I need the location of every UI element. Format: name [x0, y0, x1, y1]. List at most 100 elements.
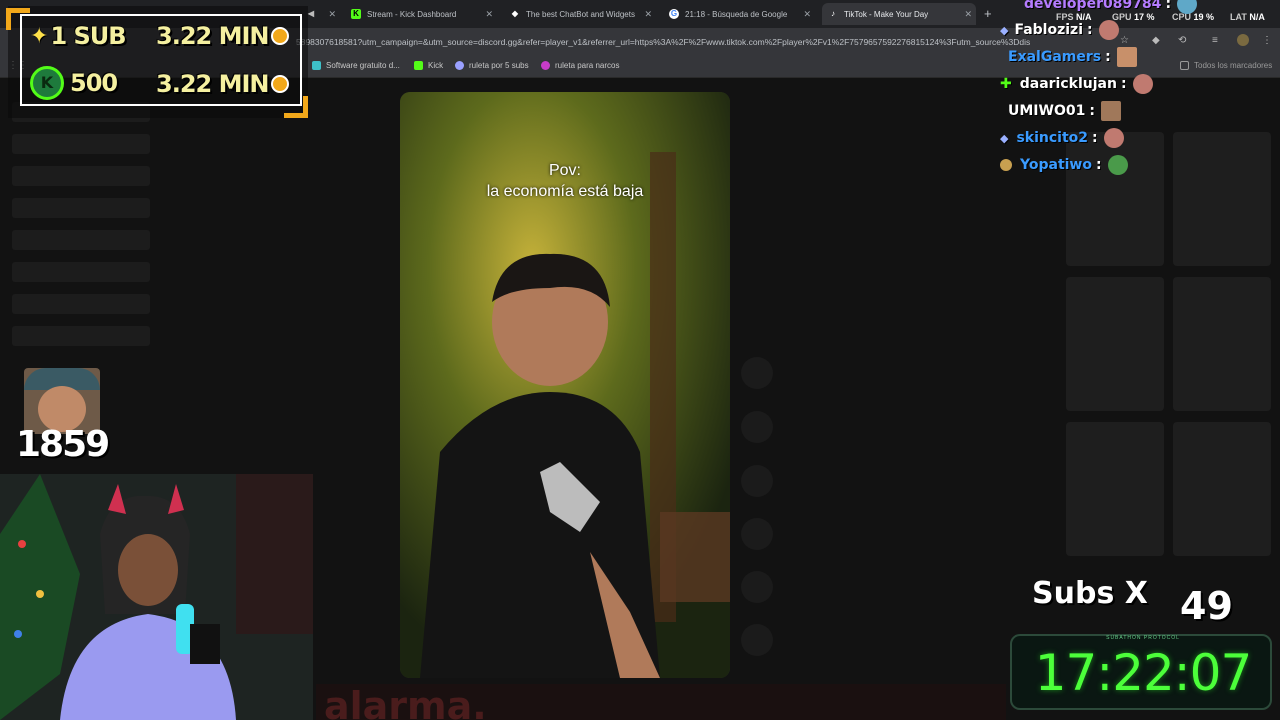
- chat-message: ◆ Fablozizi:: [1000, 20, 1119, 40]
- video-thumbnail[interactable]: [1066, 132, 1164, 266]
- extension-icon[interactable]: ◆: [1152, 35, 1160, 46]
- kicks-goal-timer: 3.22 MIN: [156, 70, 290, 98]
- like-button[interactable]: [741, 357, 773, 389]
- sidebar-item[interactable]: [12, 230, 150, 250]
- chat-username: UMIWO01: [1008, 103, 1086, 119]
- subs-multiplier-label: Subs X: [1032, 576, 1148, 611]
- close-icon[interactable]: ✕: [964, 9, 972, 20]
- sub-goal-time: 3.22 MIN: [156, 22, 269, 50]
- chat-username: skincito2: [1016, 130, 1089, 146]
- chat-username: developer089784: [1024, 0, 1162, 12]
- clock-icon: [271, 27, 290, 45]
- bookmark-kick[interactable]: Kick: [414, 61, 443, 70]
- chat-username: Fablozizi: [1014, 22, 1083, 38]
- chat-message: UMIWO01:: [1008, 101, 1121, 121]
- tab-chatbot[interactable]: ◆ The best ChatBot and Widgets ✕: [504, 3, 656, 25]
- subs-count: 49: [1180, 584, 1233, 628]
- video-thumbnail[interactable]: [1173, 132, 1271, 266]
- video-thumbnail[interactable]: [1173, 277, 1271, 411]
- chat-username: ExalGamers: [1008, 49, 1102, 65]
- chat-message: ExalGamers:: [1008, 47, 1137, 67]
- stream-screen: ◀ ✕ K Stream - Kick Dashboard ✕ ◆ The be…: [0, 0, 1280, 720]
- video-caption: Pov: la economía está baja: [400, 160, 730, 202]
- tiktok-video-player[interactable]: Pov: la economía está baja: [400, 92, 730, 678]
- new-tab-button[interactable]: +: [984, 6, 992, 21]
- alert-banner-text: alarma.: [324, 684, 487, 720]
- kicks-goal-time: 3.22 MIN: [156, 70, 269, 98]
- sidebar-item[interactable]: [12, 326, 150, 346]
- star-icon[interactable]: ☆: [1120, 35, 1129, 46]
- chat-message: ◆ skincito2:: [1000, 128, 1124, 148]
- chat-username: daaricklujan: [1019, 76, 1117, 92]
- bookmark-ruleta-narcos[interactable]: ruleta para narcos: [541, 61, 619, 70]
- video-thumbnail[interactable]: [1066, 277, 1164, 411]
- tab-label: The best ChatBot and Widgets: [526, 9, 635, 19]
- sidebar-item[interactable]: [12, 198, 150, 218]
- video-thumbnail[interactable]: [1173, 422, 1271, 556]
- emote-icon: [1177, 0, 1198, 14]
- video-thumbnail[interactable]: [1066, 422, 1164, 556]
- close-icon[interactable]: ✕: [803, 9, 811, 20]
- folder-icon: [1180, 61, 1189, 70]
- emote-icon: [1107, 155, 1128, 175]
- clock-icon: [271, 75, 290, 93]
- profile-number: 1859: [16, 424, 110, 465]
- tab-tiktok[interactable]: ♪ TikTok - Make Your Day ✕: [822, 3, 976, 25]
- chat-message: Yopatiwo:: [1000, 155, 1128, 175]
- webcam-image: [0, 474, 313, 720]
- kicks-goal: K 500: [30, 66, 118, 100]
- emote-icon: [1103, 128, 1124, 148]
- timer-value: 17:22:07: [1034, 644, 1253, 702]
- tiktok-icon: ♪: [831, 9, 835, 18]
- bookmark-icon: [541, 61, 550, 70]
- close-icon[interactable]: ✕: [644, 9, 652, 20]
- sidebar-item[interactable]: [12, 294, 150, 314]
- all-bookmarks[interactable]: Todos los marcadores: [1180, 61, 1272, 70]
- coin-badge-icon: [1000, 159, 1012, 171]
- corner-decoration: [284, 96, 308, 118]
- timer-header: SUBATHON PROTOCOL: [1106, 635, 1180, 641]
- menu-icon[interactable]: ≡: [1212, 35, 1218, 46]
- sidebar-item[interactable]: [12, 166, 150, 186]
- sidebar-item[interactable]: [12, 262, 150, 282]
- chat-message: developer089784:: [1024, 0, 1198, 14]
- tab-label: 21:18 - Búsqueda de Google: [685, 9, 788, 19]
- sync-icon[interactable]: ⟲: [1178, 35, 1186, 46]
- sidebar-item[interactable]: [12, 134, 150, 154]
- kicks-goal-count: 500: [70, 69, 118, 97]
- bookmark-ruleta-subs[interactable]: ruleta por 5 subs: [455, 61, 529, 70]
- share-button[interactable]: [741, 518, 773, 550]
- emote-icon: [1100, 101, 1121, 121]
- google-icon: G: [669, 9, 679, 19]
- diamond-badge-icon: ◆: [1000, 131, 1009, 145]
- sub-goal-timer: 3.22 MIN: [156, 22, 290, 50]
- sparkle-icon: ✦: [30, 23, 49, 49]
- emote-icon: [1132, 74, 1153, 94]
- tab-label: TikTok - Make Your Day: [844, 9, 929, 19]
- music-button[interactable]: [741, 624, 773, 656]
- tab-kick-dashboard[interactable]: K Stream - Kick Dashboard ✕: [345, 3, 497, 25]
- tab-label: Stream - Kick Dashboard: [367, 9, 457, 19]
- chat-username: Yopatiwo: [1020, 157, 1092, 173]
- more-icon[interactable]: ⋮: [1262, 35, 1272, 46]
- more-button[interactable]: [741, 571, 773, 603]
- tab-google[interactable]: G 21:18 - Búsqueda de Google ✕: [663, 3, 815, 25]
- bookmark-button[interactable]: [741, 465, 773, 497]
- corner-decoration: [6, 8, 30, 30]
- avatar[interactable]: [1237, 34, 1249, 46]
- bookmark-software[interactable]: Software gratuito d...: [312, 61, 400, 70]
- close-icon[interactable]: ✕: [485, 9, 493, 20]
- subathon-timer: SUBATHON PROTOCOL 17:22:07: [1010, 634, 1272, 710]
- caption-line-1: Pov:: [548, 162, 581, 179]
- alert-banner: alarma.: [316, 684, 1006, 720]
- close-icon[interactable]: ✕: [328, 9, 336, 20]
- sub-goal-count: 1 SUB: [50, 22, 126, 50]
- comment-button[interactable]: [741, 411, 773, 443]
- kick-coin-icon: K: [30, 66, 64, 100]
- emote-icon: [1116, 47, 1137, 67]
- caption-line-2: la economía está baja: [486, 183, 644, 200]
- url-field[interactable]: 5898307618581?utm_campaign=&utm_source=d…: [296, 34, 1096, 50]
- streamelements-icon: ◆: [511, 9, 519, 18]
- kick-icon: K: [351, 9, 361, 19]
- bookmark-icon: [312, 61, 321, 70]
